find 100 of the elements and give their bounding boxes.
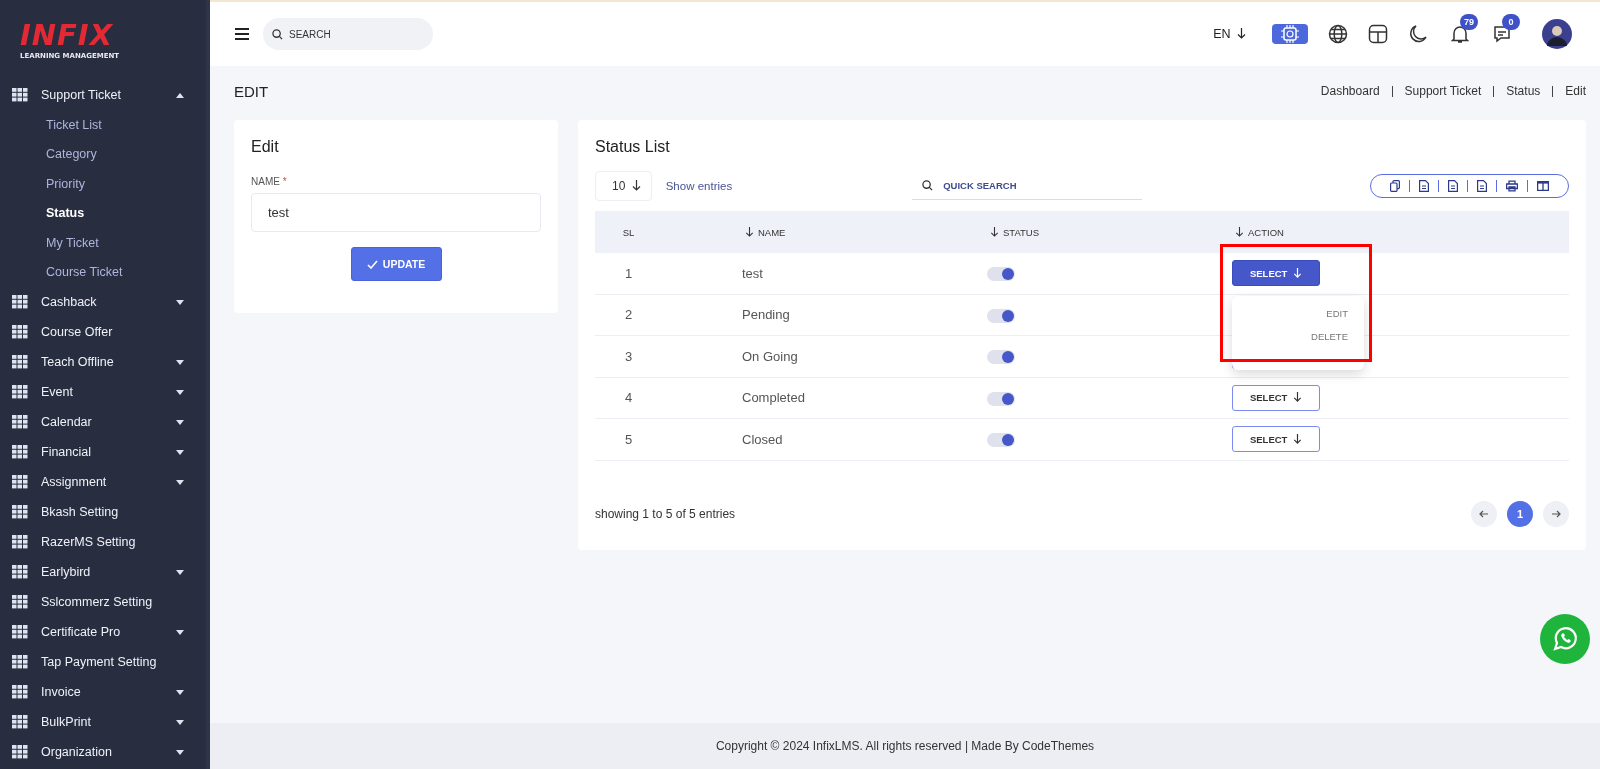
sidebar-item[interactable]: Assignment <box>0 467 206 497</box>
chip-button[interactable] <box>1272 24 1308 44</box>
sidebar-subitem[interactable]: Priority <box>0 169 206 199</box>
column-header[interactable]: STATUS <box>1003 226 1040 238</box>
sidebar-subitem[interactable]: My Ticket <box>0 228 206 258</box>
sidebar-item[interactable]: Certificate Pro <box>0 617 206 647</box>
table-cell-text: test <box>742 265 764 281</box>
breadcrumb-link[interactable]: Dashboard <box>1320 84 1380 98</box>
column-header[interactable]: NAME <box>758 226 786 238</box>
sidebar-item[interactable]: Financial <box>0 437 206 467</box>
layout-icon[interactable] <box>1368 24 1388 44</box>
caret-icon <box>176 479 184 485</box>
sidebar-item[interactable]: Bkash Setting <box>0 497 206 527</box>
chat-bubble-button[interactable] <box>1540 614 1590 664</box>
grid-icon <box>12 325 28 339</box>
sidebar-item[interactable]: Support Ticket <box>0 80 206 110</box>
sidebar-item[interactable]: Teach Offline <box>0 347 206 377</box>
select-button[interactable]: SELECT <box>1232 260 1320 287</box>
table-cell-text: On Going <box>742 348 799 364</box>
grid-icon <box>12 505 28 519</box>
sidebar-item[interactable]: Invoice <box>0 677 206 707</box>
sort-arrow-icon[interactable] <box>745 227 754 237</box>
status-toggle[interactable] <box>987 433 1015 448</box>
caret-icon <box>176 569 184 575</box>
status-toggle[interactable] <box>987 391 1015 406</box>
sidebar-item[interactable]: BulkPrint <box>0 707 206 737</box>
entries-summary: showing 1 to 5 of 5 entries <box>595 506 736 521</box>
caret-icon <box>176 629 184 635</box>
card-title: Status List <box>595 138 671 156</box>
grid-icon <box>12 445 28 459</box>
arrow-down-icon <box>1293 433 1303 444</box>
caret-icon <box>176 689 184 695</box>
breadcrumb-link[interactable]: Edit <box>1565 84 1586 98</box>
show-entries-label: Show entries <box>665 180 733 192</box>
column-header[interactable]: SL <box>622 226 635 238</box>
grid-icon <box>12 295 28 309</box>
message-badge: 0 <box>1502 14 1520 30</box>
grid-icon <box>12 415 28 429</box>
sidebar-item[interactable]: Sslcommerz Setting <box>0 587 206 617</box>
moon-icon[interactable] <box>1408 24 1428 44</box>
breadcrumb-link[interactable]: Support Ticket <box>1404 84 1482 98</box>
column-header[interactable]: ACTION <box>1248 226 1284 238</box>
search-icon <box>922 180 934 191</box>
page-title: EDIT <box>234 82 270 100</box>
arrow-down-icon <box>1293 392 1303 403</box>
language-selector[interactable]: EN <box>1213 27 1246 41</box>
grid-icon <box>12 475 28 489</box>
check-icon <box>366 259 378 269</box>
sidebar-subitem[interactable]: Status <box>0 198 206 228</box>
globe-icon[interactable] <box>1328 24 1348 44</box>
sidebar-subitem[interactable]: Ticket List <box>0 110 206 140</box>
bell-icon[interactable] <box>1450 24 1470 44</box>
sidebar-item[interactable]: Calendar <box>0 407 206 437</box>
required-mark: * <box>282 176 287 187</box>
name-field[interactable]: test <box>251 193 541 232</box>
menu-item[interactable]: EDIT <box>1326 308 1348 320</box>
grid-icon <box>12 355 28 369</box>
status-toggle[interactable] <box>987 308 1015 323</box>
menu-icon[interactable] <box>235 28 249 40</box>
page-button[interactable]: 1 <box>1507 500 1533 527</box>
status-toggle[interactable] <box>987 267 1015 282</box>
arrow-down-icon <box>631 180 641 191</box>
sort-arrow-icon[interactable] <box>1235 227 1244 237</box>
update-button[interactable]: UPDATE <box>350 247 442 281</box>
avatar[interactable] <box>1542 19 1572 49</box>
sidebar-item[interactable]: Event <box>0 377 206 407</box>
table-cell-text: Pending <box>742 307 791 323</box>
sidebar-item[interactable]: Organization <box>0 737 206 767</box>
sidebar-item[interactable]: Cashback <box>0 287 206 317</box>
copyright-text: Copyright © 2024 InfixLMS. All rights reserved | Made By CodeThemes <box>715 739 1095 753</box>
sidebar-item[interactable]: Tap Payment Setting <box>0 647 206 677</box>
next-page-icon[interactable] <box>1543 500 1569 527</box>
chip-icon <box>1280 25 1300 43</box>
table-cell-text: 5 <box>623 431 634 447</box>
sidebar-item[interactable]: Earlybird <box>0 557 206 587</box>
table-cell-text: 2 <box>623 307 634 323</box>
search-icon <box>272 29 283 40</box>
status-toggle[interactable] <box>987 350 1015 365</box>
sidebar-subitem[interactable]: Category <box>0 139 206 169</box>
grid-icon <box>12 685 28 699</box>
page-size-select[interactable]: 10 <box>595 171 652 201</box>
grid-icon <box>12 655 28 669</box>
grid-icon <box>12 88 28 102</box>
quick-search-field[interactable]: QUICK SEARCH <box>912 172 1143 200</box>
arrow-down-icon <box>1293 267 1303 278</box>
sidebar-item[interactable]: Course Offer <box>0 317 206 347</box>
table-cell-text: 1 <box>623 265 634 281</box>
menu-item[interactable]: DELETE <box>1311 331 1348 343</box>
select-button[interactable]: SELECT <box>1232 426 1320 453</box>
sidebar-item[interactable]: RazerMS Setting <box>0 527 206 557</box>
sort-arrow-icon[interactable] <box>990 227 999 237</box>
select-button[interactable]: SELECT <box>1232 384 1320 411</box>
breadcrumb-link[interactable]: Status <box>1506 84 1541 98</box>
chat-icon[interactable] <box>1492 24 1512 44</box>
previous-page-icon[interactable] <box>1471 500 1497 527</box>
notification-badge: 79 <box>1460 14 1478 30</box>
search-field[interactable]: SEARCH <box>263 18 433 50</box>
field-label: NAME <box>251 176 280 187</box>
table-cell-text: Completed <box>742 390 806 406</box>
sidebar-subitem[interactable]: Course Ticket <box>0 257 206 287</box>
